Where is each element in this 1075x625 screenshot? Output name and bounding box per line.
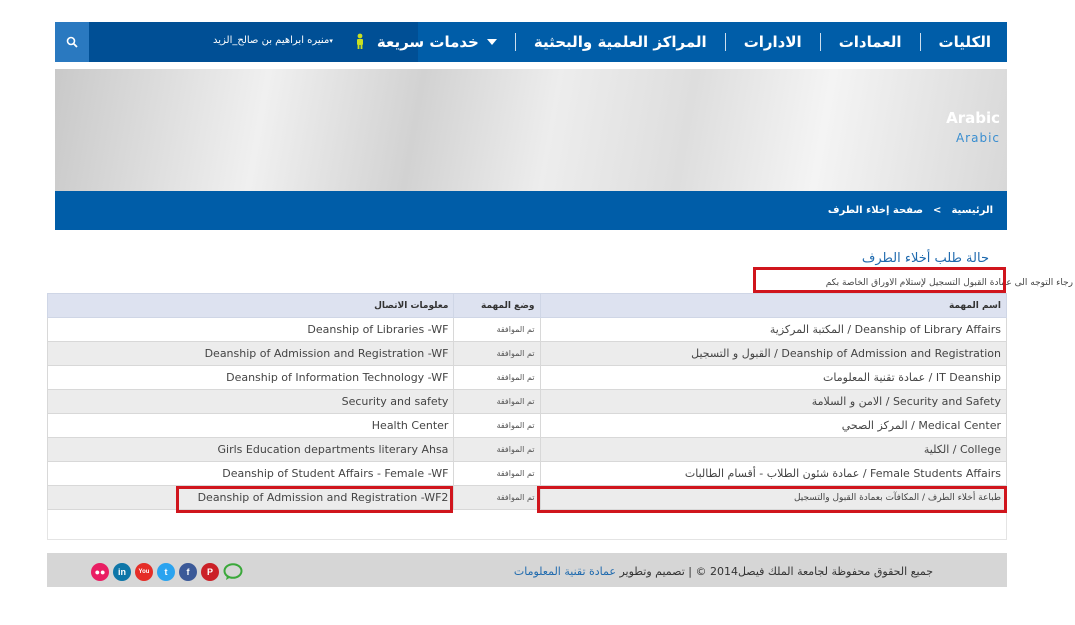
- main-menu: الكليات العمادات الادارات المراكز العلمي…: [359, 22, 991, 62]
- cell-contact: Deanship of Information Technology -WF: [46, 365, 455, 390]
- table-row: Deanship of Information Technology -WF ت…: [46, 365, 1007, 390]
- chevron-down-icon: [486, 39, 497, 45]
- cell-status: تم الموافقة: [453, 437, 541, 462]
- twitter-icon[interactable]: t: [157, 563, 175, 581]
- cell-task: Deanship of Admission and Registration /…: [539, 341, 1007, 366]
- pinterest-icon[interactable]: P: [201, 563, 219, 581]
- cell-status: تم الموافقة: [453, 413, 541, 438]
- page-title: حالة طلب أخلاء الطرف: [861, 251, 989, 266]
- breadcrumb-home[interactable]: الرئيسية: [951, 205, 993, 216]
- cell-status: تم الموافقة: [453, 341, 541, 366]
- user-menu[interactable]: ▾منيره ابراهيم بن صالح_الزيد: [213, 35, 333, 46]
- cell-task: Deanship of Library Affairs / المكتبة ال…: [539, 317, 1007, 342]
- table-row: Deanship of Libraries -WF تم الموافقة De…: [46, 317, 1007, 342]
- top-navbar: ▾منيره ابراهيم بن صالح_الزيد الكليات الع…: [55, 22, 1007, 62]
- comment-icon[interactable]: [223, 563, 243, 581]
- search-button[interactable]: [55, 22, 89, 62]
- menu-item-deanships[interactable]: العمادات: [819, 33, 920, 51]
- highlight-box-task: [537, 486, 1007, 513]
- cell-contact: Deanship of Libraries -WF: [46, 317, 455, 342]
- cell-status: تم الموافقة: [453, 461, 541, 486]
- cell-contact: Girls Education departments literary Ahs…: [46, 437, 455, 462]
- social-links: ●● in You t f P: [91, 563, 243, 581]
- user-name: منيره ابراهيم بن صالح_الزيد: [213, 35, 330, 46]
- chevron-down-icon: ▾: [329, 37, 333, 45]
- copyright-label: جميع الحقوق محفوظة لجامعة الملك فيصل2014…: [619, 565, 933, 578]
- cell-status: تم الموافقة: [453, 317, 541, 342]
- breadcrumb-bar: الرئيسية > صفحة إخلاء الطرف: [55, 191, 1007, 230]
- youtube-icon[interactable]: You: [135, 563, 153, 581]
- header-task: اسم المهمة: [539, 293, 1007, 318]
- table-row: Security and safety تم الموافقة Security…: [46, 389, 1007, 414]
- menu-item-quick-services[interactable]: خدمات سريعة: [359, 33, 515, 51]
- breadcrumb-current: صفحة إخلاء الطرف: [827, 205, 924, 216]
- cell-task: College / الكلية: [539, 437, 1007, 462]
- page-banner: Arabic Arabic: [55, 69, 1007, 191]
- table-header-row: معلومات الاتصال وضع المهمة اسم المهمة: [46, 293, 1007, 318]
- cell-task: IT Deanship / عمادة تقنية المعلومات: [539, 365, 1007, 390]
- cell-contact: Deanship of Admission and Registration -…: [46, 341, 455, 366]
- banner-subtitle: Arabic: [955, 131, 1000, 145]
- cell-task: Medical Center / المركز الصحي: [539, 413, 1007, 438]
- cell-contact: Deanship of Student Affairs - Female -WF: [46, 461, 455, 486]
- breadcrumb-separator: >: [933, 205, 942, 216]
- table-row: Deanship of Admission and Registration -…: [46, 341, 1007, 366]
- highlight-box-contact: [176, 486, 453, 513]
- banner-title: Arabic: [946, 109, 1000, 127]
- search-icon: [66, 36, 78, 48]
- menu-item-administrations[interactable]: الادارات: [724, 33, 820, 51]
- cell-contact: Health Center: [46, 413, 455, 438]
- header-contact: معلومات الاتصال: [46, 293, 455, 318]
- table-row: Deanship of Student Affairs - Female -WF…: [46, 461, 1007, 486]
- table-row: Girls Education departments literary Ahs…: [46, 437, 1007, 462]
- header-status: وضع المهمة: [453, 293, 541, 318]
- cell-status: تم الموافقة: [453, 485, 541, 510]
- facebook-icon[interactable]: f: [179, 563, 197, 581]
- menu-item-research-centers[interactable]: المراكز العلمية والبحثية: [514, 33, 725, 51]
- cell-task: Female Students Affairs / عمادة شئون الط…: [539, 461, 1007, 486]
- quick-services-label: خدمات سريعة: [376, 33, 479, 51]
- it-deanship-link[interactable]: عمادة تقنية المعلومات: [514, 565, 616, 578]
- page-footer: جميع الحقوق محفوظة لجامعة الملك فيصل2014…: [47, 553, 1007, 587]
- table-row: Health Center تم الموافقة Medical Center…: [46, 413, 1007, 438]
- menu-item-colleges[interactable]: الكليات: [919, 33, 991, 51]
- cell-task: Security and Safety / الامن و السلامة: [539, 389, 1007, 414]
- linkedin-icon[interactable]: in: [113, 563, 131, 581]
- tasks-table: معلومات الاتصال وضع المهمة اسم المهمة De…: [46, 293, 1007, 510]
- breadcrumb: الرئيسية > صفحة إخلاء الطرف: [823, 205, 998, 216]
- highlight-box-notice: [753, 267, 1006, 293]
- cell-status: تم الموافقة: [453, 365, 541, 390]
- cell-contact: Security and safety: [46, 389, 455, 414]
- copyright-text: جميع الحقوق محفوظة لجامعة الملك فيصل2014…: [514, 565, 933, 578]
- cell-status: تم الموافقة: [453, 389, 541, 414]
- table-footer-space: [47, 510, 1007, 540]
- flickr-icon[interactable]: ●●: [91, 563, 109, 581]
